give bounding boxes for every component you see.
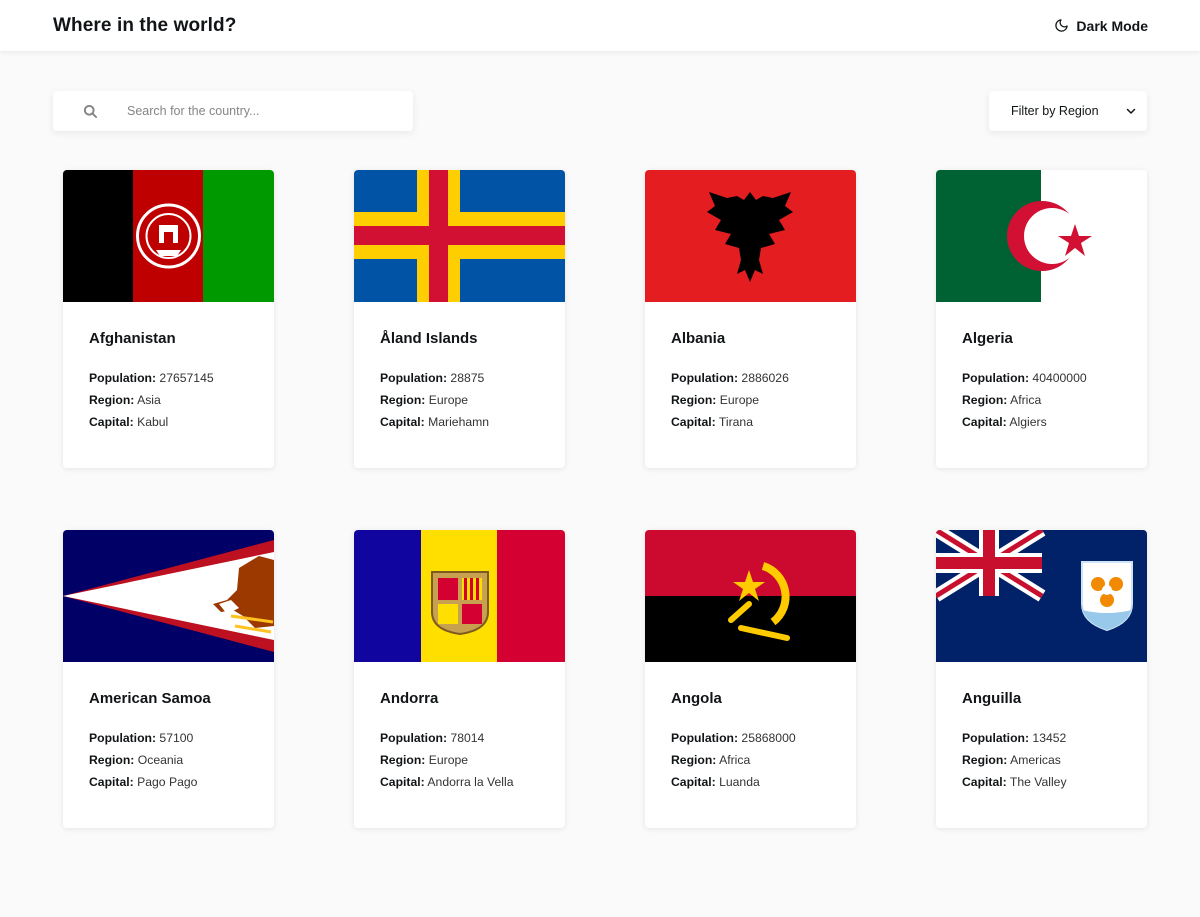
flag-afghanistan <box>63 170 274 302</box>
country-card-andorra[interactable]: Andorra Population: 78014 Region: Europe… <box>354 530 565 828</box>
region-row: Region: Oceania <box>89 753 184 767</box>
flag-algeria <box>936 170 1147 302</box>
search-box[interactable] <box>53 91 413 131</box>
population-row: Population: 2886026 <box>671 371 789 385</box>
region-value: Asia <box>137 393 161 407</box>
capital-value: Algiers <box>1009 415 1047 429</box>
flag-anguilla <box>936 530 1147 662</box>
capital-value: Luanda <box>719 775 760 789</box>
population-row: Population: 13452 <box>962 731 1067 745</box>
country-name: Åland Islands <box>380 330 478 347</box>
country-card-american-samoa[interactable]: American Samoa Population: 57100 Region:… <box>63 530 274 828</box>
country-name: Afghanistan <box>89 330 176 347</box>
population-row: Population: 28875 <box>380 371 485 385</box>
capital-value: Tirana <box>718 415 753 429</box>
country-card-albania[interactable]: Albania Population: 2886026 Region: Euro… <box>645 170 856 468</box>
capital-value: Mariehamn <box>428 415 490 429</box>
capital-value: The Valley <box>1009 775 1067 789</box>
region-row: Region: Asia <box>89 393 161 407</box>
population-value: 25868000 <box>741 731 796 745</box>
region-value: Europe <box>719 393 760 407</box>
moon-icon <box>1055 19 1069 32</box>
region-filter-label: Filter by Region <box>1011 104 1099 118</box>
top-bar: Where in the world? Dark Mode <box>0 0 1200 51</box>
country-card-angola[interactable]: Angola Population: 25868000 Region: Afri… <box>645 530 856 828</box>
region-row: Region: Europe <box>671 393 760 407</box>
capital-value: Pago Pago <box>137 775 198 789</box>
population-row: Population: 25868000 <box>671 731 796 745</box>
capital-row: Capital: Pago Pago <box>89 775 198 789</box>
dark-mode-toggle[interactable]: Dark Mode <box>1054 18 1148 34</box>
region-row: Region: Americas <box>962 753 1061 767</box>
app-title: Where in the world? <box>53 14 237 36</box>
region-value: Africa <box>719 753 751 767</box>
population-row: Population: 27657145 <box>89 371 214 385</box>
country-card-anguilla[interactable]: Anguilla Population: 13452 Region: Ameri… <box>936 530 1147 828</box>
country-name: Angola <box>671 690 722 707</box>
country-card-afghanistan[interactable]: Afghanistan Population: 27657145 Region:… <box>63 170 274 468</box>
population-value: 13452 <box>1032 731 1067 745</box>
capital-value: Andorra la Vella <box>427 775 514 789</box>
country-name: Anguilla <box>962 690 1022 707</box>
region-value: Europe <box>428 393 469 407</box>
country-card-algeria[interactable]: Algeria Population: 40400000 Region: Afr… <box>936 170 1147 468</box>
flag-aland-islands <box>354 170 565 302</box>
population-value: 57100 <box>159 731 194 745</box>
capital-row: Capital: Tirana <box>671 415 753 429</box>
population-row: Population: 57100 <box>89 731 194 745</box>
region-filter-dropdown[interactable]: Filter by Region <box>989 91 1147 131</box>
flag-andorra <box>354 530 565 662</box>
search-icon <box>53 104 127 119</box>
search-input[interactable] <box>127 104 387 118</box>
capital-row: Capital: Mariehamn <box>380 415 490 429</box>
country-name: American Samoa <box>89 690 211 707</box>
region-row: Region: Europe <box>380 393 469 407</box>
flag-albania <box>645 170 856 302</box>
region-value: Europe <box>428 753 469 767</box>
population-row: Population: 40400000 <box>962 371 1087 385</box>
country-name: Algeria <box>962 330 1013 347</box>
capital-row: Capital: Kabul <box>89 415 169 429</box>
capital-row: Capital: Algiers <box>962 415 1047 429</box>
population-value: 27657145 <box>159 371 214 385</box>
population-row: Population: 78014 <box>380 731 485 745</box>
population-value: 2886026 <box>741 371 789 385</box>
population-value: 28875 <box>450 371 485 385</box>
capital-row: Capital: Luanda <box>671 775 760 789</box>
capital-value: Kabul <box>137 415 169 429</box>
country-card-aland-islands[interactable]: Åland Islands Population: 28875 Region: … <box>354 170 565 468</box>
population-value: 40400000 <box>1032 371 1087 385</box>
region-value: Americas <box>1010 753 1061 767</box>
country-name: Andorra <box>380 690 439 707</box>
capital-row: Capital: The Valley <box>962 775 1067 789</box>
dark-mode-label: Dark Mode <box>1076 17 1148 34</box>
population-value: 78014 <box>450 731 485 745</box>
chevron-down-icon <box>1126 108 1136 114</box>
flag-american-samoa <box>63 530 274 662</box>
region-row: Region: Europe <box>380 753 469 767</box>
region-row: Region: Africa <box>671 753 751 767</box>
flag-angola <box>645 530 856 662</box>
region-row: Region: Africa <box>962 393 1042 407</box>
region-value: Africa <box>1010 393 1042 407</box>
capital-row: Capital: Andorra la Vella <box>380 775 514 789</box>
region-value: Oceania <box>137 753 184 767</box>
country-name: Albania <box>671 330 726 347</box>
